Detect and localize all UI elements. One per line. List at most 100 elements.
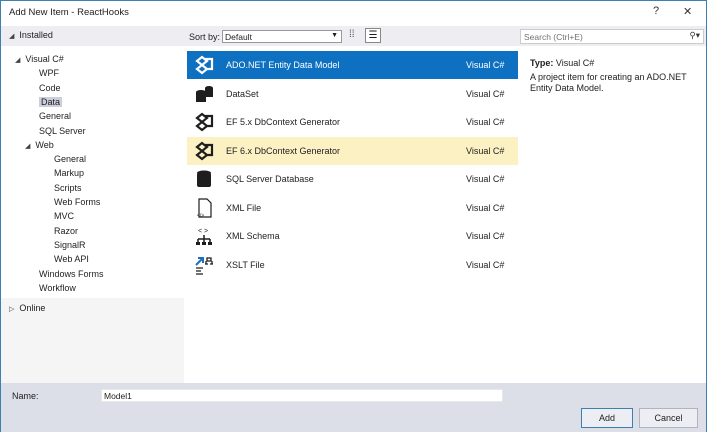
tree-node[interactable]: Web API	[54, 254, 89, 264]
template-name: EF 6.x DbContext Generator	[226, 145, 341, 156]
medium-icons-view-icon[interactable]: ⁞⁞	[349, 29, 355, 40]
online-label: Online	[19, 303, 46, 313]
tree-node-label: Data	[39, 96, 63, 107]
type-value: Visual C#	[555, 58, 595, 68]
name-label: Name:	[12, 391, 39, 401]
search-icon[interactable]: ⚲▾	[690, 30, 701, 41]
add-new-item-dialog: Add New Item - ReactHooks ? ✕ ◢ Installed…	[0, 0, 707, 432]
tree-node[interactable]: SignalR	[54, 240, 86, 250]
footer: Name: Model1 Add Cancel	[1, 383, 706, 432]
chevron-down-icon: ▼	[331, 32, 338, 39]
online-node[interactable]: ▷ Online	[9, 303, 45, 313]
expanded-triangle-icon: ◢	[9, 33, 15, 40]
tree-node-label: Web Forms	[54, 197, 101, 207]
tree-node-label: Razor	[54, 225, 79, 236]
tree-node-label: MVC	[54, 211, 74, 222]
tree-node-label: Markup	[54, 168, 85, 179]
template-language: Visual C#	[466, 259, 505, 270]
tree-node[interactable]: Workflow	[39, 283, 76, 293]
tree-node[interactable]: MVC	[54, 211, 74, 221]
sort-label: Sort by:	[189, 32, 221, 42]
entity-model-icon	[193, 112, 215, 132]
template-name: XML File	[226, 202, 262, 213]
tree-node-label: Workflow	[39, 282, 76, 293]
tree-node[interactable]: Windows Forms	[39, 269, 104, 279]
add-button[interactable]: Add	[581, 408, 633, 428]
template-language: Visual C#	[466, 145, 505, 156]
title-bar: Add New Item - ReactHooks ? ✕	[1, 1, 706, 25]
close-button[interactable]: ✕	[683, 5, 692, 18]
template-item[interactable]: </> XML File Visual C#	[187, 194, 518, 222]
tree-node[interactable]: SQL Server	[39, 126, 86, 136]
xml-schema-icon: < >	[193, 226, 215, 246]
template-tree-panel: ◢ Visual C# WPF Code Data General SQL Server ◢ W…	[1, 46, 184, 383]
template-language: Visual C#	[466, 202, 505, 213]
template-item[interactable]: ADO.NET Entity Data Model Visual C#	[187, 51, 518, 79]
dataset-icon	[193, 84, 215, 104]
sort-by-select[interactable]: Default ▼	[222, 30, 342, 43]
installed-node[interactable]: ◢ Installed	[9, 30, 53, 40]
svg-text:< >: < >	[198, 228, 208, 235]
template-name: ADO.NET Entity Data Model	[226, 60, 340, 70]
template-language: Visual C#	[466, 60, 505, 70]
installed-label: Installed	[19, 30, 53, 40]
expanded-triangle-icon: ◢	[25, 142, 31, 150]
collapsed-triangle-icon: ▷	[9, 306, 15, 313]
template-item[interactable]: XSLT File Visual C#	[187, 251, 518, 279]
tree-node[interactable]: ◢ Visual C#	[15, 54, 64, 64]
tree-node-label: Scripts	[54, 182, 82, 193]
tree-node[interactable]: Data	[39, 96, 63, 107]
template-language: Visual C#	[466, 231, 505, 241]
tree-node[interactable]: Web Forms	[54, 197, 100, 207]
tree-node-label: WPF	[39, 68, 59, 79]
template-name: SQL Server Database	[226, 174, 314, 184]
entity-model-icon	[193, 141, 215, 161]
expanded-triangle-icon: ◢	[15, 57, 21, 64]
tree-node-label: Web API	[54, 254, 89, 265]
dialog-title: Add New Item - ReactHooks	[9, 7, 129, 18]
template-name: EF 5.x DbContext Generator	[226, 117, 341, 127]
tree-node-label: General	[54, 154, 87, 165]
list-view-icon[interactable]: ☰	[365, 28, 381, 43]
template-language: Visual C#	[466, 174, 505, 184]
xml-file-icon: </>	[193, 197, 215, 219]
details-panel: Type: Visual C# A project item for creat…	[520, 50, 706, 383]
type-label: Type:	[530, 58, 554, 68]
tree-node[interactable]: ◢ Web	[25, 140, 54, 150]
template-description: A project item for creating an ADO.NET E…	[530, 72, 687, 93]
template-item[interactable]: SQL Server Database Visual C#	[187, 165, 518, 193]
tree-node[interactable]: General	[54, 154, 86, 164]
template-name: DataSet	[226, 88, 259, 99]
tree-node[interactable]: Markup	[54, 168, 84, 178]
search-input[interactable]: Search (Ctrl+E) ⚲▾	[520, 29, 704, 44]
xslt-file-icon	[193, 255, 215, 275]
template-item[interactable]: DataSet Visual C#	[187, 80, 518, 108]
tree-node[interactable]: WPF	[39, 68, 59, 78]
tree-node-label: Windows Forms	[39, 268, 104, 279]
template-item[interactable]: EF 6.x DbContext Generator Visual C#	[187, 136, 518, 165]
tree-node[interactable]: Scripts	[54, 183, 82, 193]
tree-node-label: SQL Server	[39, 125, 86, 136]
template-item[interactable]: < > XML Schema Visual C#	[187, 222, 518, 250]
tree-node[interactable]: Code	[39, 83, 61, 93]
template-language: Visual C#	[466, 88, 505, 99]
cancel-button[interactable]: Cancel	[639, 408, 698, 428]
sort-value: Default	[225, 32, 252, 42]
tree-node-label: Code	[39, 82, 61, 93]
tree-node-label: Visual C#	[25, 54, 64, 64]
svg-text:</>: </>	[197, 213, 204, 218]
tree-node-label: General	[39, 111, 72, 122]
name-value: Model1	[104, 391, 132, 401]
help-button[interactable]: ?	[653, 5, 659, 17]
tree-node[interactable]: General	[39, 111, 71, 121]
search-placeholder: Search (Ctrl+E)	[524, 32, 583, 42]
name-input[interactable]: Model1	[101, 389, 503, 402]
database-icon	[193, 169, 215, 189]
template-name: XML Schema	[226, 231, 280, 241]
template-list: ADO.NET Entity Data Model Visual C# Data…	[186, 50, 519, 383]
template-item[interactable]: EF 5.x DbContext Generator Visual C#	[187, 108, 518, 136]
tree-node[interactable]: Razor	[54, 226, 78, 236]
tree-node-label: SignalR	[54, 239, 86, 250]
tree-node-label: Web	[35, 139, 54, 150]
template-name: XSLT File	[226, 259, 265, 270]
